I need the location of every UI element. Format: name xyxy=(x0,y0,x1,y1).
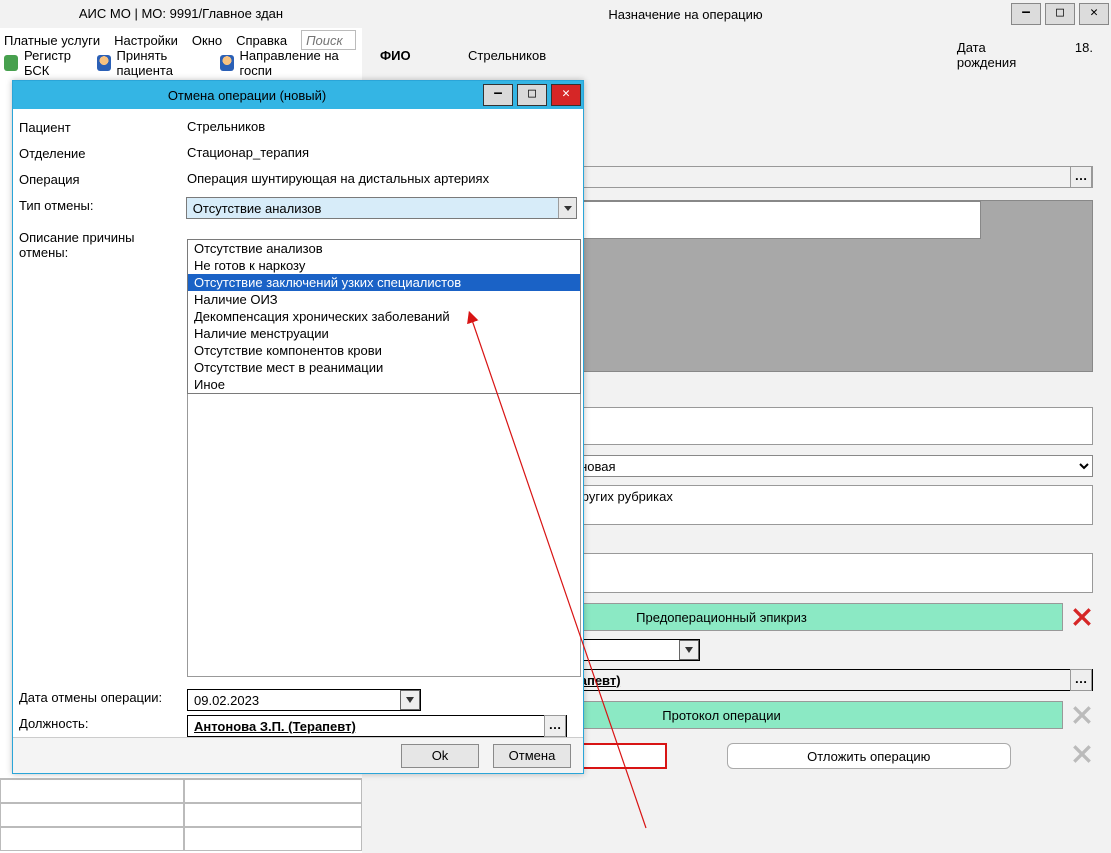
menu-help[interactable]: Справка xyxy=(236,33,287,48)
registry-icon xyxy=(4,55,18,71)
option-1[interactable]: Не готов к наркозу xyxy=(188,257,580,274)
fio-label: ФИО xyxy=(380,48,468,63)
position-label: Должность: xyxy=(19,715,187,731)
dob-value: 18. xyxy=(1075,40,1093,70)
dob-label: Дата рождения xyxy=(957,40,1045,70)
dialog-title: Отмена операции (новый) xyxy=(13,88,481,103)
reason-textarea[interactable] xyxy=(187,377,581,677)
lookup-button[interactable]: … xyxy=(1070,166,1092,188)
delete-icon[interactable] xyxy=(1071,743,1093,765)
patient-label: Пациент xyxy=(19,119,187,135)
delete-icon[interactable] xyxy=(1071,606,1093,628)
fio-value: Стрельников xyxy=(468,48,678,63)
maximize-button[interactable]: □ xyxy=(517,84,547,106)
dept-label: Отделение xyxy=(19,145,187,161)
operation-label: Операция xyxy=(19,171,187,187)
toolbar: Регистр БСК Принять пациента Направление… xyxy=(0,52,362,74)
tool-registry[interactable]: Регистр БСК xyxy=(24,48,91,78)
assignment-title: Назначение на операцию xyxy=(362,7,1009,22)
reason-label: Описание причины отмены: xyxy=(19,229,187,260)
chevron-down-icon[interactable] xyxy=(558,198,576,218)
option-5[interactable]: Наличие менструации xyxy=(188,325,580,342)
cancel-date-label: Дата отмены операции: xyxy=(19,689,187,705)
minimize-button[interactable]: — xyxy=(483,84,513,106)
tool-accept[interactable]: Принять пациента xyxy=(117,48,214,78)
cancel-type-dropdown[interactable]: Отсутствие анализов Не готов к наркозу О… xyxy=(187,239,581,394)
close-button[interactable]: ✕ xyxy=(1079,3,1109,25)
option-8[interactable]: Иное xyxy=(188,376,580,393)
op-type-select[interactable]: плановая xyxy=(549,455,1093,477)
lookup-button[interactable]: … xyxy=(544,715,566,737)
option-6[interactable]: Отсутствие компонентов крови xyxy=(188,342,580,359)
option-0[interactable]: Отсутствие анализов xyxy=(188,240,580,257)
patient-icon xyxy=(97,55,111,71)
cancel-operation-dialog: Отмена операции (новый) — □ ✕ ПациентСтр… xyxy=(12,80,584,774)
menu-settings[interactable]: Настройки xyxy=(114,33,178,48)
cancel-button[interactable]: Отмена xyxy=(493,744,571,768)
option-7[interactable]: Отсутствие мест в реанимации xyxy=(188,359,580,376)
menu-paid[interactable]: Платные услуги xyxy=(4,33,100,48)
option-2[interactable]: Отсутствие заключений узких специалистов xyxy=(188,274,580,291)
delete-icon[interactable] xyxy=(1071,704,1093,726)
search-input[interactable] xyxy=(301,30,356,50)
cancel-date-input[interactable]: 09.02.2023 xyxy=(187,689,421,711)
tool-referral[interactable]: Направление на госпи xyxy=(240,48,358,78)
main-window-title: АИС МО | МО: 9991/Главное здан xyxy=(0,0,362,28)
close-button[interactable]: ✕ xyxy=(551,84,581,106)
minimize-button[interactable]: — xyxy=(1011,3,1041,25)
lookup-button[interactable]: … xyxy=(1070,669,1092,691)
operation-value: Операция шунтирующая на дистальных артер… xyxy=(187,171,577,186)
position-field[interactable]: Антонова З.П. (Терапевт) … xyxy=(187,715,567,737)
referral-icon xyxy=(220,55,234,71)
option-4[interactable]: Декомпенсация хронических заболеваний xyxy=(188,308,580,325)
table-stub xyxy=(0,778,362,852)
chevron-down-icon[interactable] xyxy=(400,690,420,710)
menu-window[interactable]: Окно xyxy=(192,33,222,48)
dept-value: Стационар_терапия xyxy=(187,145,577,160)
chevron-down-icon[interactable] xyxy=(679,640,699,660)
ok-button[interactable]: Ok xyxy=(401,744,479,768)
patient-value: Стрельников xyxy=(187,119,577,134)
cancel-type-label: Тип отмены: xyxy=(19,197,186,213)
option-3[interactable]: Наличие ОИЗ xyxy=(188,291,580,308)
maximize-button[interactable]: □ xyxy=(1045,3,1075,25)
postpone-operation-button[interactable]: Отложить операцию xyxy=(727,743,1012,769)
cancel-type-combo[interactable]: Отсутствие анализов xyxy=(186,197,577,219)
